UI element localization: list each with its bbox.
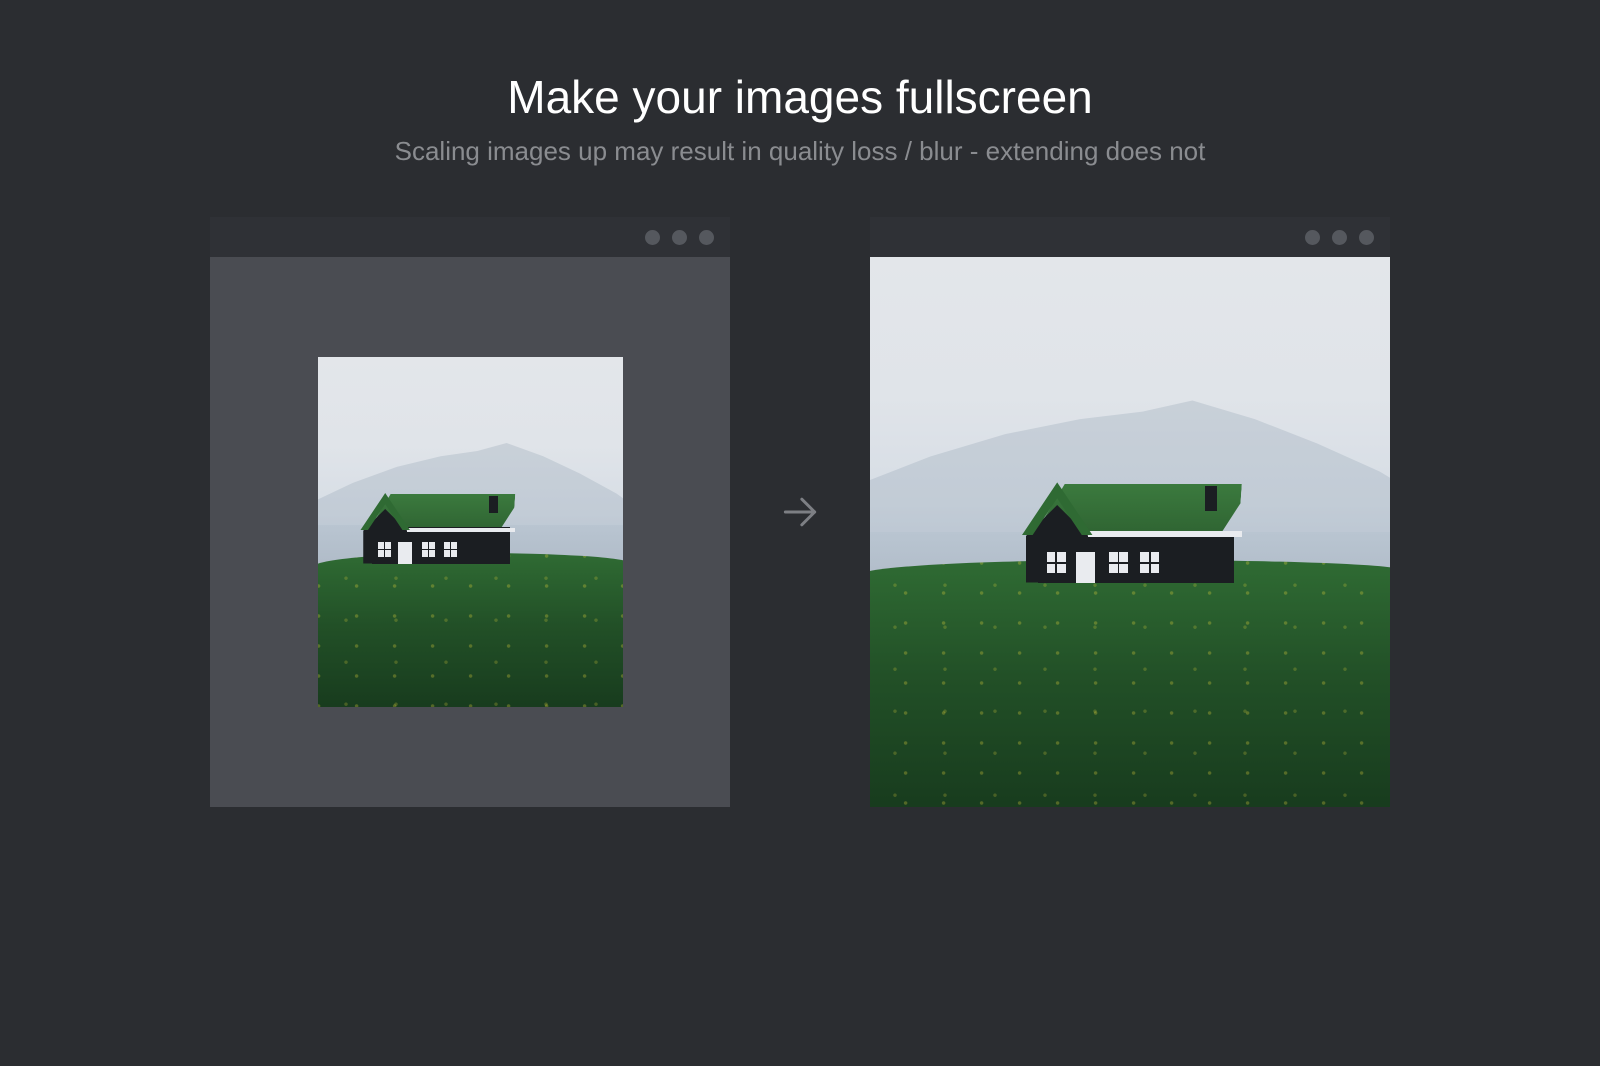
arrow-right-icon <box>778 490 822 534</box>
comparison-row <box>210 217 1390 807</box>
window-control-dot-icon <box>645 230 660 245</box>
window-control-dot-icon <box>672 230 687 245</box>
window-control-dot-icon <box>1359 230 1374 245</box>
after-window <box>870 217 1390 807</box>
page-subtitle: Scaling images up may result in quality … <box>395 136 1206 167</box>
page-title: Make your images fullscreen <box>507 70 1092 124</box>
window-control-dot-icon <box>1332 230 1347 245</box>
window-control-dot-icon <box>1305 230 1320 245</box>
window-titlebar <box>870 217 1390 257</box>
before-window-body <box>210 257 730 807</box>
before-window <box>210 217 730 807</box>
window-titlebar <box>210 217 730 257</box>
after-window-body <box>870 257 1390 807</box>
after-image <box>870 257 1390 807</box>
window-control-dot-icon <box>699 230 714 245</box>
before-image <box>318 357 623 707</box>
